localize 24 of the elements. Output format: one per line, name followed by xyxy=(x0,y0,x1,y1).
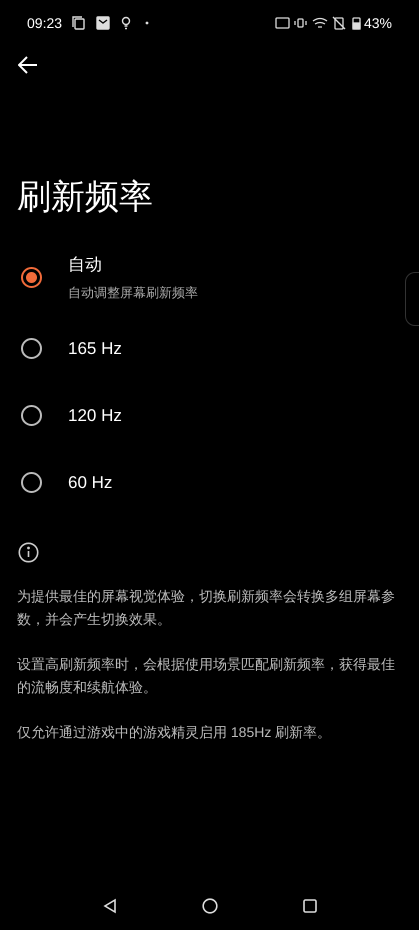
radio-button[interactable] xyxy=(21,266,42,288)
radio-button[interactable] xyxy=(21,472,42,493)
info-paragraph: 设置高刷新频率时，会根据使用场景匹配刷新频率，获得最佳的流畅度和续航体验。 xyxy=(17,655,395,697)
back-nav-button[interactable] xyxy=(102,898,116,914)
back-arrow-icon xyxy=(18,56,38,74)
radio-button[interactable] xyxy=(21,405,42,426)
edge-handle[interactable] xyxy=(405,272,419,326)
back-triangle-icon xyxy=(102,898,116,914)
option-label[interactable]: 120 Hz xyxy=(68,402,122,428)
option-label[interactable]: 165 Hz xyxy=(68,336,122,362)
home-button[interactable] xyxy=(202,898,218,914)
info-paragraph: 仅允许通过游戏中的游戏精灵启用 185Hz 刷新率。 xyxy=(17,723,332,742)
info-icon xyxy=(18,542,39,563)
status-time: 09:23 xyxy=(27,14,62,32)
info-paragraph: 为提供最佳的屏幕视觉体验，切换刷新频率会转换多组屏幕参数，并会产生切换效果。 xyxy=(17,587,395,629)
page-title: 刷新频率 xyxy=(17,177,154,218)
home-circle-icon xyxy=(202,898,218,914)
option-label[interactable]: 60 Hz xyxy=(68,470,112,496)
option-label[interactable]: 自动 xyxy=(68,252,198,277)
recents-square-icon xyxy=(302,899,316,913)
recents-button[interactable] xyxy=(302,899,316,913)
radio-button[interactable] xyxy=(21,338,42,359)
option-description: 自动调整屏幕刷新频率 xyxy=(68,284,198,302)
battery-percentage: 43% xyxy=(364,14,392,32)
